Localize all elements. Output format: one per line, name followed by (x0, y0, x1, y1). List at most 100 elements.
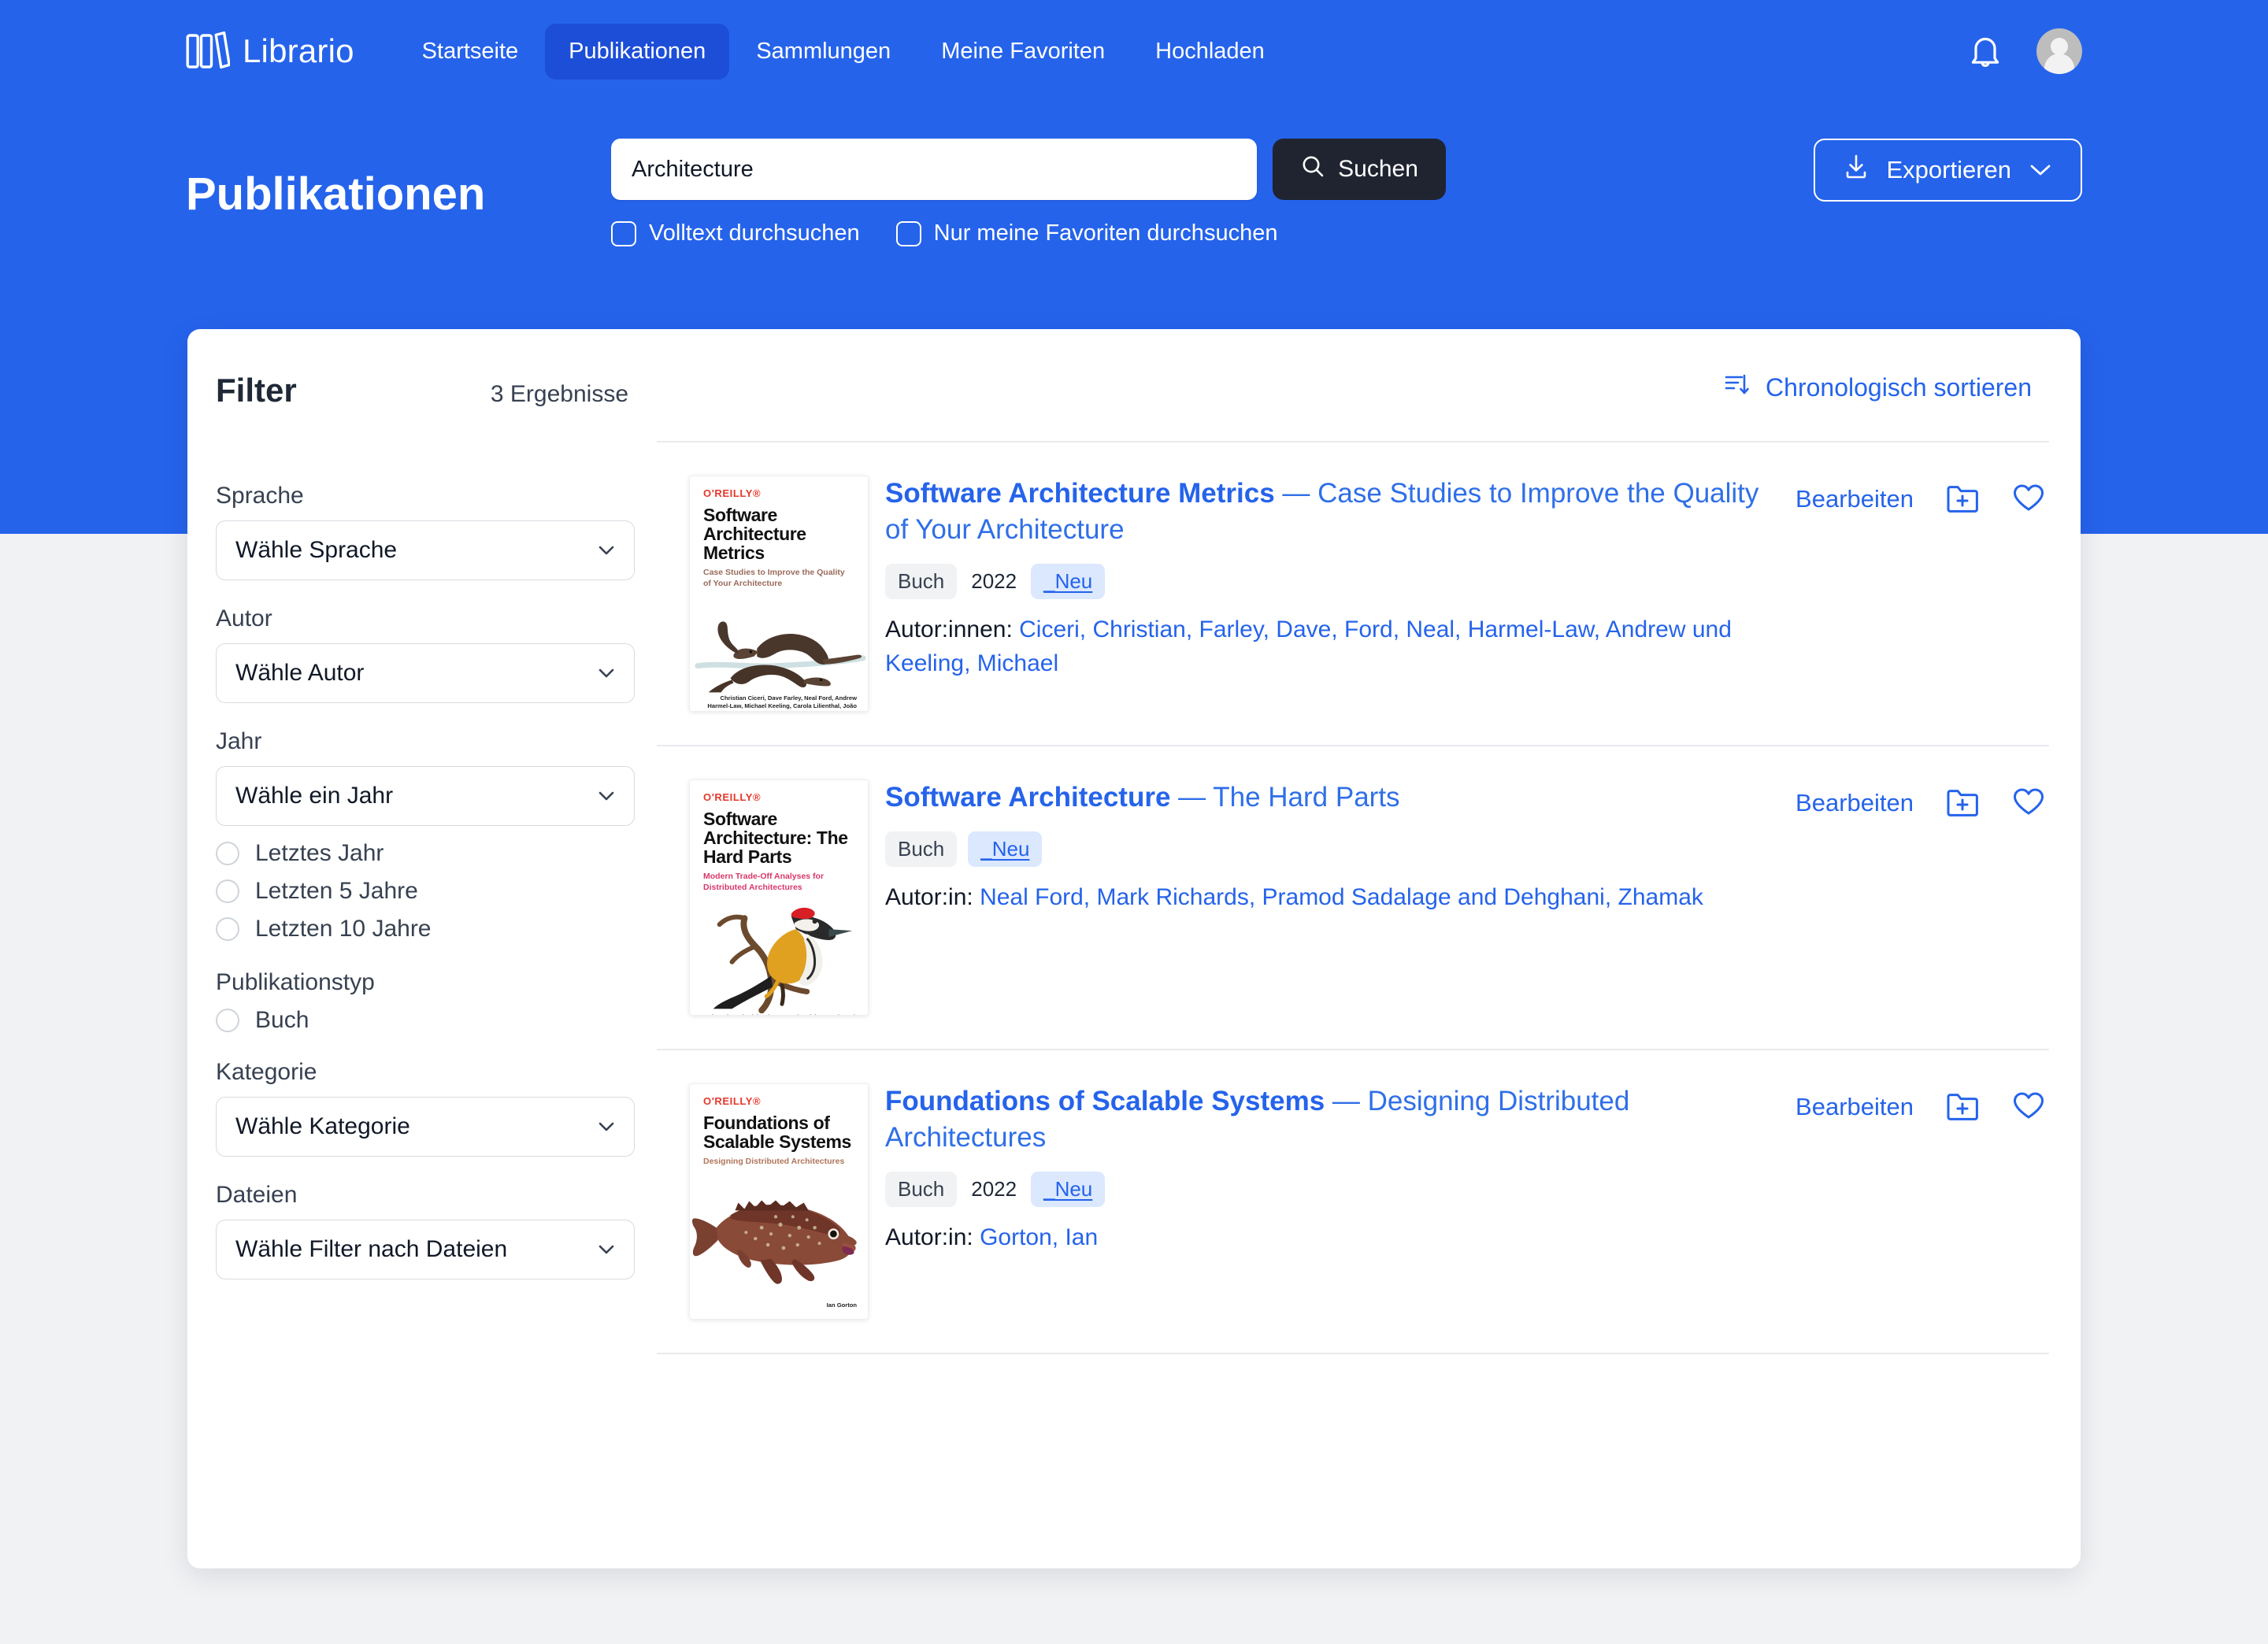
badge-year: 2022 (971, 1177, 1017, 1202)
edit-button[interactable]: Bearbeiten (1796, 789, 1914, 817)
select-sprache[interactable]: Wähle Sprache (216, 520, 635, 580)
radio-letztes-jahr[interactable]: Letztes Jahr (216, 840, 628, 867)
search-button[interactable]: Suchen (1273, 139, 1446, 200)
cover-title: Foundations of Scalable Systems (703, 1113, 851, 1153)
add-to-collection-button[interactable] (1945, 482, 1980, 517)
page-title: Publikationen (186, 168, 486, 220)
radio-circle (216, 917, 239, 941)
cover-subtitle: Modern Trade-Off Analyses for Distribute… (703, 872, 825, 892)
checkbox-box-volltext (611, 220, 636, 246)
result-title-main: Software Architecture Metrics (885, 478, 1275, 509)
authors-line: Autor:innen: Ciceri, Christian, Farley, … (885, 613, 1777, 680)
authors-label: Autor:in: (885, 884, 973, 911)
search-row: Suchen (611, 139, 1446, 200)
edit-button[interactable]: Bearbeiten (1796, 1093, 1914, 1121)
folder-plus-icon (1946, 787, 1979, 820)
authors-links[interactable]: Ciceri, Christian, Farley, Dave, Ford, N… (885, 616, 1732, 676)
cover-title: Software Architecture Metrics (703, 505, 806, 564)
result-main: Software Architecture Metrics — Case Stu… (885, 476, 1796, 681)
authors-links[interactable]: Neal Ford, Mark Richards, Pramod Sadalag… (980, 884, 1703, 910)
edit-button[interactable]: Bearbeiten (1796, 485, 1914, 513)
radio-label-letzten-10-jahre: Letzten 10 Jahre (255, 916, 432, 942)
authors-links[interactable]: Gorton, Ian (980, 1224, 1098, 1250)
select-autor-value: Wähle Autor (235, 660, 365, 686)
main-card: Filter 3 Ergebnisse Sprache Wähle Sprach… (187, 329, 2081, 1568)
nav-item-publikationen[interactable]: Publikationen (545, 23, 730, 80)
radio-letzten-10-jahre[interactable]: Letzten 10 Jahre (216, 916, 628, 942)
badge-new[interactable]: _Neu (968, 831, 1043, 868)
filter-group-sprache: Sprache Wähle Sprache (216, 483, 635, 580)
filter-label-dateien: Dateien (216, 1182, 298, 1208)
filter-group-kategorie: Kategorie Wähle Kategorie (216, 1059, 635, 1157)
result-item: O'REILLY® Software Architecture Metrics … (657, 441, 2049, 745)
book-cover-image[interactable]: O'REILLY® Software Architecture Metrics … (689, 476, 869, 712)
filter-title: Filter (216, 372, 297, 409)
checkbox-volltext[interactable]: Volltext durchsuchen (611, 220, 860, 246)
radio-letzten-5-jahre[interactable]: Letzten 5 Jahre (216, 878, 628, 905)
cover-wrap: O'REILLY® Foundations of Scalable System… (657, 1083, 885, 1320)
brand-name: Librario (243, 32, 354, 69)
books-logo-icon (186, 31, 230, 72)
radio-label-letztes-jahr: Letztes Jahr (255, 840, 384, 866)
add-to-collection-button[interactable] (1945, 1090, 1980, 1124)
checkbox-label-volltext: Volltext durchsuchen (649, 220, 860, 246)
add-to-collection-button[interactable] (1945, 786, 1980, 820)
chevron-down-icon (596, 786, 617, 806)
nav-item-sammlungen[interactable]: Sammlungen (732, 24, 914, 80)
nav-item-meine-favoriten[interactable]: Meine Favoriten (917, 24, 1128, 80)
badge-new[interactable]: _Neu (1031, 564, 1106, 600)
favorite-button[interactable] (2011, 482, 2046, 517)
authors-line: Autor:in: Gorton, Ian (885, 1221, 1777, 1255)
sort-button[interactable]: Chronologisch sortieren (1725, 372, 2032, 403)
export-wrap: Exportieren (1814, 139, 2082, 202)
search-icon (1300, 154, 1325, 185)
cover-wrap: O'REILLY® Software Architecture: The Har… (657, 779, 885, 1016)
radio-circle (216, 1009, 239, 1032)
sort-descending-icon (1725, 372, 1751, 403)
favorite-button[interactable] (2011, 1090, 2046, 1124)
result-main: Foundations of Scalable Systems — Design… (885, 1083, 1796, 1255)
authors-label: Autor:in: (885, 1224, 973, 1251)
nav-item-hochladen[interactable]: Hochladen (1132, 24, 1288, 80)
brand[interactable]: Librario (186, 31, 354, 72)
cover-authors: Ian Gorton (826, 1301, 857, 1309)
checkbox-box-favoriten (895, 220, 921, 246)
filter-label-sprache: Sprache (216, 483, 304, 509)
badge-new[interactable]: _Neu (1031, 1172, 1106, 1208)
checkbox-label-favoriten: Nur meine Favoriten durchsuchen (933, 220, 1278, 246)
result-title[interactable]: Foundations of Scalable Systems — Design… (885, 1083, 1777, 1156)
heart-outline-icon (2012, 483, 2045, 516)
select-jahr-value: Wähle ein Jahr (235, 783, 394, 809)
radio-label-buch: Buch (255, 1007, 309, 1033)
search-input[interactable] (611, 139, 1257, 200)
select-dateien[interactable]: Wähle Filter nach Dateien (216, 1220, 635, 1279)
select-jahr[interactable]: Wähle ein Jahr (216, 766, 635, 826)
book-cover-image[interactable]: O'REILLY® Software Architecture: The Har… (689, 779, 869, 1016)
result-title[interactable]: Software Architecture Metrics — Case Stu… (885, 476, 1777, 548)
sort-button-label: Chronologisch sortieren (1766, 372, 2032, 402)
radio-buch[interactable]: Buch (216, 1007, 628, 1034)
authors-line: Autor:in: Neal Ford, Mark Richards, Pram… (885, 881, 1777, 915)
book-cover-image[interactable]: O'REILLY® Foundations of Scalable System… (689, 1083, 869, 1320)
cover-art-grouper-fish (690, 1167, 868, 1301)
bell-icon[interactable] (1967, 32, 2003, 70)
result-title-main: Software Architecture (885, 782, 1171, 813)
badges: Buch _Neu (885, 831, 1777, 868)
nav-item-startseite[interactable]: Startseite (398, 24, 543, 80)
select-kategorie-value: Wähle Kategorie (235, 1113, 410, 1139)
badge-type: Buch (885, 564, 958, 600)
avatar[interactable] (2036, 28, 2082, 74)
select-kategorie[interactable]: Wähle Kategorie (216, 1097, 635, 1157)
select-autor[interactable]: Wähle Autor (216, 643, 635, 703)
result-title-main: Foundations of Scalable Systems (885, 1086, 1325, 1116)
checkbox-favoriten[interactable]: Nur meine Favoriten durchsuchen (895, 220, 1278, 246)
filter-label-autor: Autor (216, 605, 272, 631)
result-actions: Bearbeiten (1796, 1083, 2049, 1124)
result-title[interactable]: Software Architecture — The Hard Parts (885, 779, 1777, 816)
filter-label-publikationstyp: Publikationstyp (216, 969, 375, 995)
radio-circle (216, 879, 239, 903)
chevron-down-icon (596, 663, 617, 683)
export-button[interactable]: Exportieren (1814, 139, 2082, 202)
chevron-down-icon (596, 1239, 617, 1260)
favorite-button[interactable] (2011, 786, 2046, 820)
